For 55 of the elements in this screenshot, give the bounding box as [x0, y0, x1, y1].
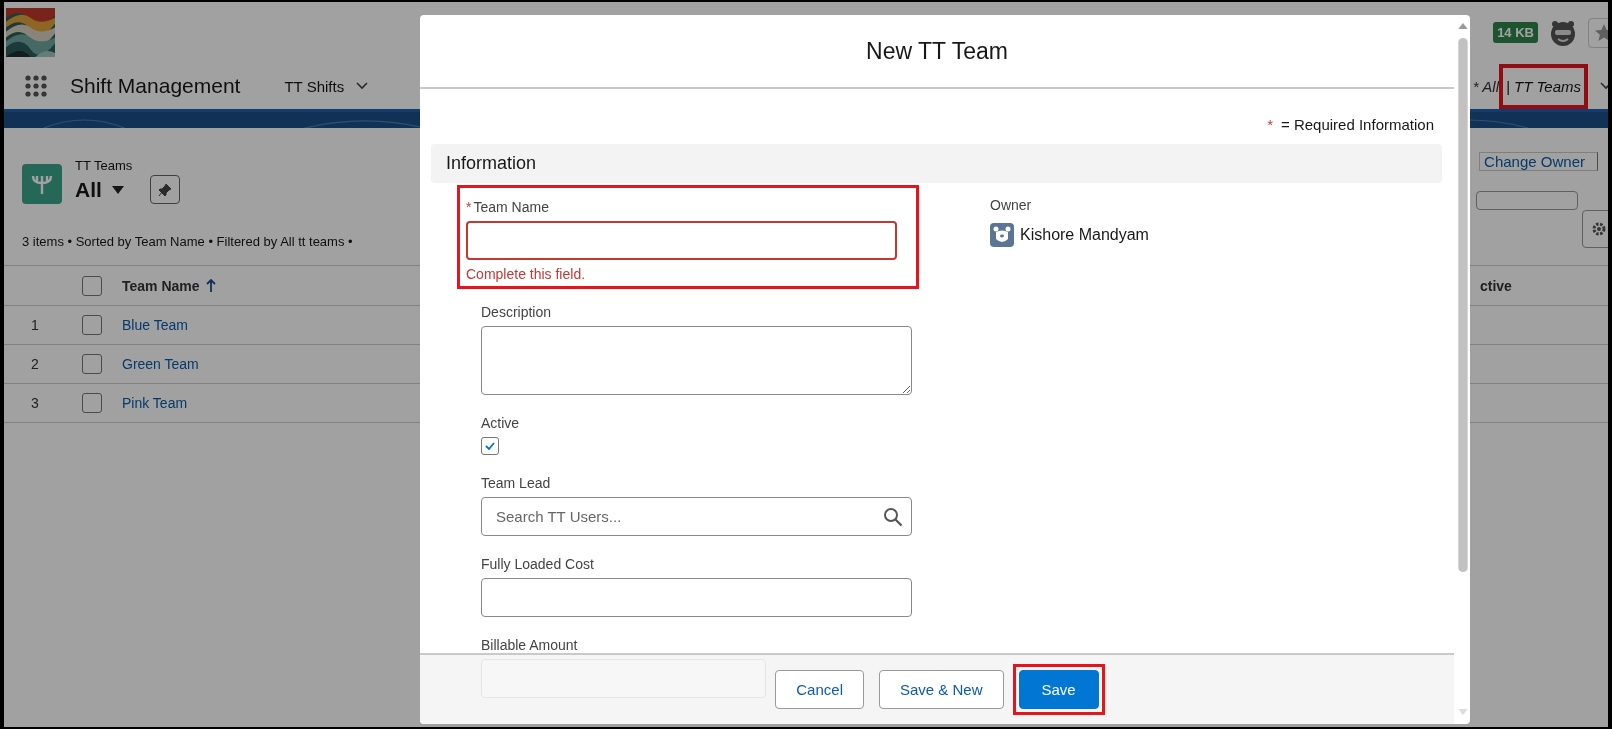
checkbox[interactable]: [481, 437, 499, 455]
nav-tab[interactable]: TT Shifts: [284, 77, 345, 95]
input-field[interactable]: [481, 578, 912, 617]
field-label: Fully Loaded Cost: [481, 556, 594, 572]
footer-button[interactable]: Save & New: [878, 670, 1004, 709]
field-label: Team Name: [473, 199, 549, 215]
search-field[interactable]: [1476, 191, 1578, 210]
row-number: 3: [30, 395, 40, 411]
column-header[interactable]: ctive: [1480, 277, 1512, 294]
field-label: Active: [481, 415, 520, 431]
tab-label[interactable]: * All: [1472, 77, 1499, 95]
select-all-checkbox[interactable]: [82, 275, 102, 296]
row-number: 1: [30, 317, 40, 333]
user-avatar-icon: [990, 223, 1014, 247]
section-header[interactable]: Information: [431, 144, 1442, 183]
row-number: 2: [30, 356, 40, 372]
modal-title: New TT Team: [866, 37, 1008, 65]
search-icon: [883, 507, 903, 527]
app-title: Shift Management: [70, 74, 241, 98]
caret-icon[interactable]: [111, 185, 124, 194]
team-icon: [22, 164, 62, 204]
footer-button[interactable]: Cancel: [775, 670, 864, 709]
text-area[interactable]: [481, 326, 912, 395]
field-label: Description: [481, 304, 552, 320]
row-checkbox[interactable]: [82, 393, 102, 413]
team-link[interactable]: Blue Team: [122, 317, 188, 333]
team-link[interactable]: Green Team: [122, 356, 199, 372]
list-view-name[interactable]: All: [75, 177, 102, 202]
row-checkbox[interactable]: [82, 315, 102, 335]
pin-button[interactable]: [149, 175, 180, 204]
team-link[interactable]: Pink Team: [122, 395, 188, 411]
field-label: Team Lead: [481, 475, 551, 491]
settings-icon: [1591, 221, 1607, 237]
field-label: Owner: [990, 197, 1033, 213]
list-summary: 3 items • Sorted by Team Name • Filtered by All tt teams •: [22, 234, 353, 249]
required-mark: *: [466, 199, 472, 215]
storage-badge: 14 KB: [1493, 22, 1538, 43]
save-button[interactable]: Save: [1018, 670, 1099, 709]
star-icon: [1594, 22, 1608, 43]
row-checkbox[interactable]: [82, 354, 102, 374]
pin-icon: [157, 182, 172, 197]
app-launcher-icon[interactable]: [24, 74, 48, 98]
settings-button[interactable]: [1582, 210, 1608, 248]
required-note: = Required Information: [1281, 116, 1434, 133]
column-header[interactable]: Team Name: [122, 277, 200, 294]
owner-name[interactable]: Kishore Mandyam: [1020, 226, 1149, 244]
search-field[interactable]: Search TT Users...: [481, 497, 912, 536]
required-mark: *: [1267, 116, 1273, 133]
checkmark-icon: [484, 440, 496, 452]
change-owner-button[interactable]: Change Owner: [1479, 152, 1598, 171]
error-message: Complete this field.: [466, 266, 587, 282]
list-view-tab[interactable]: | TT Teams: [1498, 63, 1588, 109]
object-name: TT Teams: [75, 158, 134, 173]
input-field[interactable]: [466, 221, 897, 260]
field-label: Billable Amount: [481, 637, 578, 653]
